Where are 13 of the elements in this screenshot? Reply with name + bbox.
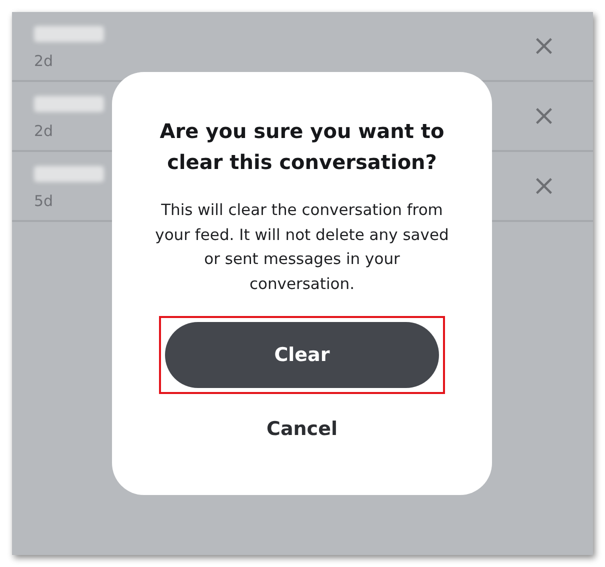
close-icon[interactable] bbox=[535, 37, 553, 55]
blurred-name bbox=[34, 166, 104, 182]
blurred-name bbox=[34, 96, 104, 112]
dialog-message: This will clear the conversation from your feed. It will not delete any saved or sent messages in your conversation. bbox=[154, 200, 450, 294]
dialog-title: Are you sure you want to clear this conversation? bbox=[158, 118, 446, 176]
close-icon[interactable] bbox=[535, 107, 553, 125]
clear-button[interactable]: Clear bbox=[165, 322, 439, 388]
close-icon[interactable] bbox=[535, 177, 553, 195]
cancel-button[interactable]: Cancel bbox=[258, 414, 346, 444]
blurred-name bbox=[34, 26, 104, 42]
conversation-time: 2d bbox=[34, 52, 54, 70]
conversation-time: 5d bbox=[34, 192, 54, 210]
conversation-time: 2d bbox=[34, 122, 54, 140]
